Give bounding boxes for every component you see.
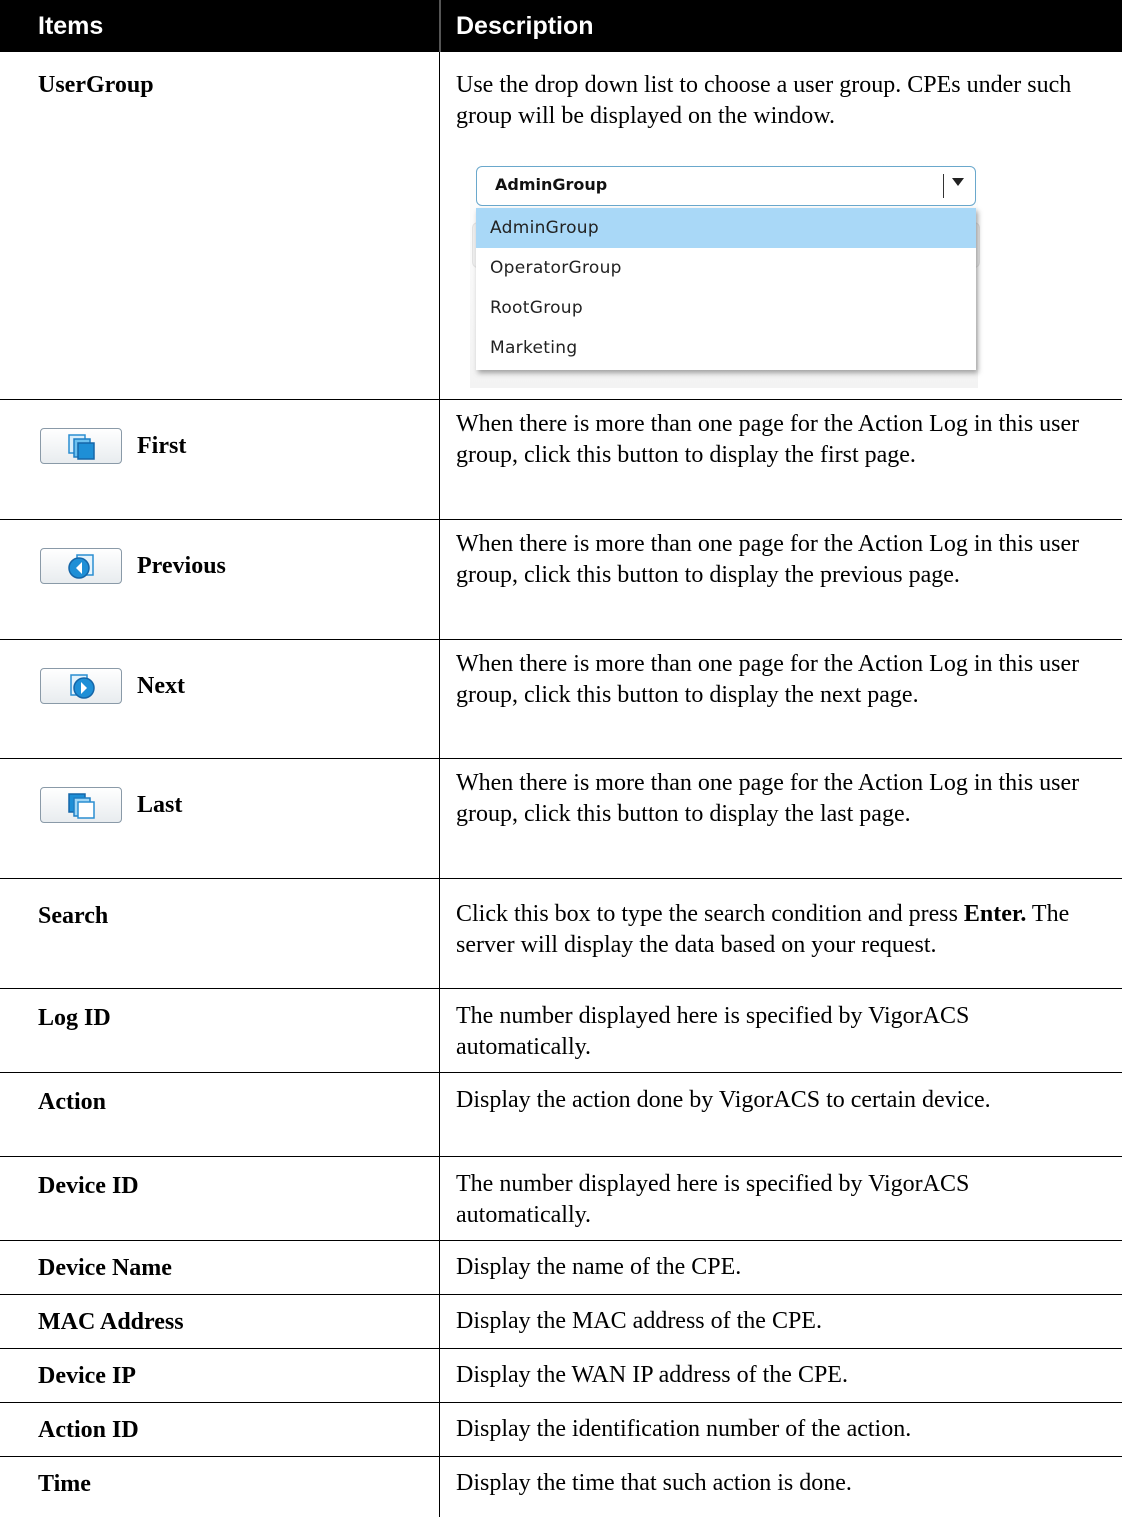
table-row: Action ID Display the identification num… <box>0 1403 1122 1457</box>
table-row: Device IP Display the WAN IP address of … <box>0 1349 1122 1403</box>
usergroup-select[interactable]: AdminGroup <box>476 166 976 206</box>
usergroup-selected-value: AdminGroup <box>495 175 608 194</box>
previous-page-icon <box>68 554 94 579</box>
last-button[interactable] <box>40 787 122 823</box>
item-search: Search <box>38 903 109 929</box>
item-log-id: Log ID <box>38 1005 111 1031</box>
first-page-icon <box>68 434 95 460</box>
item-usergroup: UserGroup <box>38 72 154 98</box>
header-items: Items <box>38 12 104 40</box>
previous-label: Previous <box>137 553 226 579</box>
table-row: Next When there is more than one page fo… <box>0 640 1122 759</box>
option-operatorgroup[interactable]: OperatorGroup <box>476 248 976 288</box>
previous-button[interactable] <box>40 548 122 584</box>
item-device-name: Device Name <box>38 1255 172 1281</box>
next-label: Next <box>137 673 185 699</box>
desc-mac-address: Display the MAC address of the CPE. <box>456 1308 822 1334</box>
first-button[interactable] <box>40 428 122 464</box>
table-row: Time Display the time that such action i… <box>0 1457 1122 1517</box>
item-action-id: Action ID <box>38 1417 139 1443</box>
usergroup-options-list: AdminGroup OperatorGroup RootGroup Marke… <box>476 208 976 370</box>
usergroup-dropdown-screenshot: AdminGroup AdminGroup OperatorGroup Root… <box>470 158 980 388</box>
desc-next: When there is more than one page for the… <box>456 651 1080 708</box>
desc-action: Display the action done by VigorACS to c… <box>456 1087 991 1113</box>
desc-time: Display the time that such action is don… <box>456 1470 852 1496</box>
first-label: First <box>137 433 187 459</box>
desc-first: When there is more than one page for the… <box>456 411 1080 468</box>
header-divider <box>439 0 441 52</box>
table-row: Device Name Display the name of the CPE. <box>0 1241 1122 1295</box>
desc-device-ip: Display the WAN IP address of the CPE. <box>456 1362 848 1388</box>
table-row: First When there is more than one page f… <box>0 400 1122 520</box>
option-rootgroup[interactable]: RootGroup <box>476 288 976 328</box>
option-admingroup[interactable]: AdminGroup <box>476 208 976 248</box>
header-description: Description <box>456 12 594 40</box>
desc-previous: When there is more than one page for the… <box>456 531 1080 588</box>
last-page-icon <box>68 793 95 819</box>
option-marketing[interactable]: Marketing <box>476 328 976 368</box>
item-mac-address: MAC Address <box>38 1309 184 1335</box>
table-row: Search Click this box to type the search… <box>0 879 1122 989</box>
item-time: Time <box>38 1471 91 1497</box>
item-action: Action <box>38 1089 106 1115</box>
table-header: Items Description <box>0 0 1122 52</box>
chevron-down-icon[interactable] <box>952 178 964 186</box>
next-button[interactable] <box>40 668 122 704</box>
desc-device-name: Display the name of the CPE. <box>456 1254 742 1280</box>
desc-usergroup: Use the drop down list to choose a user … <box>456 72 1072 129</box>
table-row: Previous When there is more than one pag… <box>0 520 1122 640</box>
desc-device-id: The number displayed here is specified b… <box>456 1171 970 1228</box>
table-row: Device ID The number displayed here is s… <box>0 1157 1122 1241</box>
table-row: Action Display the action done by VigorA… <box>0 1073 1122 1157</box>
desc-log-id: The number displayed here is specified b… <box>456 1003 970 1060</box>
desc-search: Click this box to type the search condit… <box>456 901 1070 958</box>
last-label: Last <box>137 792 183 818</box>
desc-last: When there is more than one page for the… <box>456 770 1080 827</box>
table-row: MAC Address Display the MAC address of t… <box>0 1295 1122 1349</box>
desc-action-id: Display the identification number of the… <box>456 1416 912 1442</box>
item-device-id: Device ID <box>38 1173 139 1199</box>
table-row: Last When there is more than one page fo… <box>0 759 1122 879</box>
item-device-ip: Device IP <box>38 1363 136 1389</box>
next-page-icon <box>70 674 95 699</box>
table-row: Log ID The number displayed here is spec… <box>0 989 1122 1073</box>
